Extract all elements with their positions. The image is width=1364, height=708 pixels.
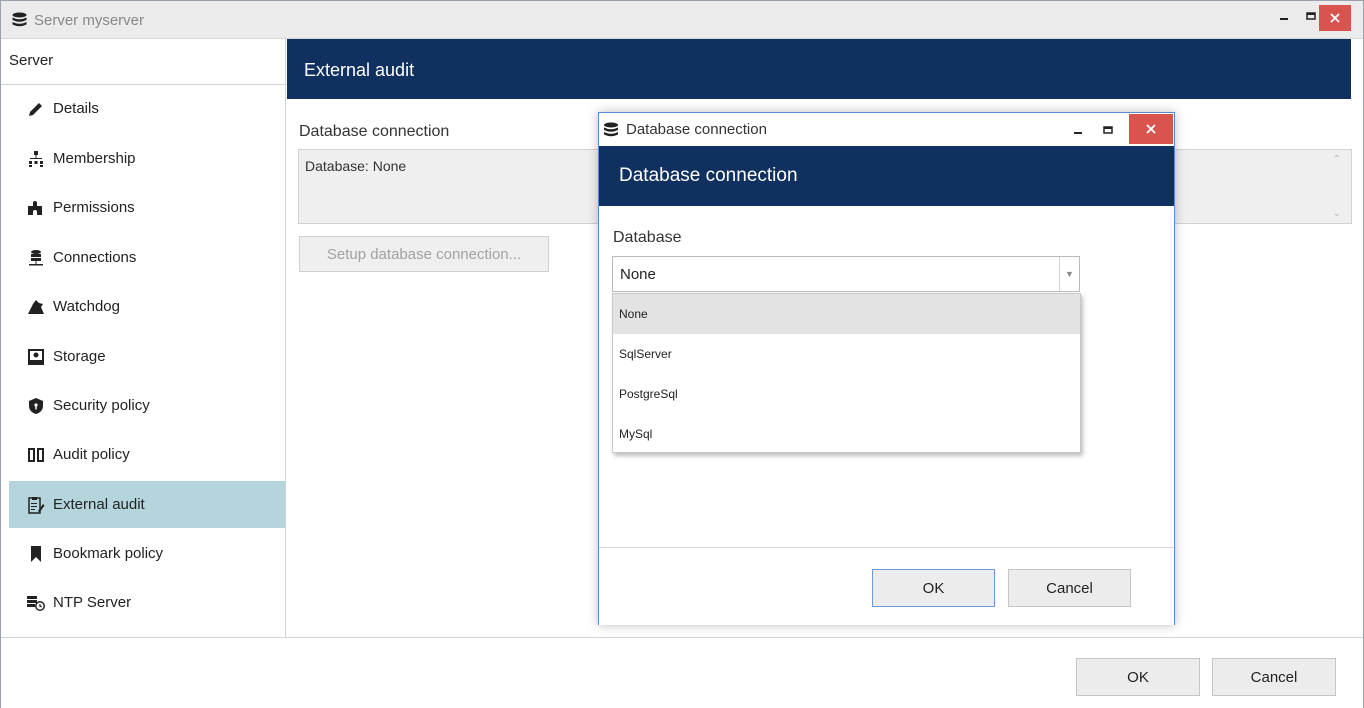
- sidebar-item-label: Bookmark policy: [53, 545, 164, 562]
- sidebar-item-details[interactable]: Details: [9, 85, 285, 132]
- sidebar-item-label: Connections: [53, 249, 137, 266]
- dialog-header: Database connection: [599, 146, 1174, 206]
- sidebar-item-membership[interactable]: Membership: [9, 135, 285, 182]
- puzzle-icon: [25, 199, 47, 217]
- sidebar-item-ntp-server[interactable]: NTP Server: [9, 579, 285, 626]
- sidebar-item-watchdog[interactable]: Watchdog: [9, 283, 285, 330]
- dialog-close-button[interactable]: [1129, 114, 1173, 144]
- content-header: External audit: [287, 39, 1351, 99]
- database-connection-value: Database: None: [305, 158, 407, 174]
- sidebar-item-label: Security policy: [53, 397, 150, 414]
- sidebar-item-storage[interactable]: Storage: [9, 333, 285, 380]
- sidebar-item-connections[interactable]: Connections: [9, 234, 285, 281]
- database-icon: [604, 122, 618, 137]
- database-field-label: Database: [613, 229, 682, 246]
- window-footer: OK Cancel: [1, 637, 1363, 708]
- bookmark-icon: [25, 545, 47, 563]
- sidebar-item-label: Permissions: [53, 199, 135, 216]
- dialog-cancel-button[interactable]: Cancel: [1008, 569, 1131, 607]
- database-select-value: None: [620, 266, 656, 283]
- database-connection-dialog: Database connection Database connection …: [598, 112, 1175, 625]
- dialog-title-bar: Database connection: [599, 113, 1174, 146]
- close-icon: [1146, 124, 1156, 134]
- dialog-maximize-button[interactable]: [1093, 117, 1123, 143]
- scroll-up-icon[interactable]: ⌃: [1333, 154, 1341, 165]
- minimize-icon: [1280, 18, 1288, 20]
- sidebar-header: Server: [1, 39, 285, 85]
- sidebar-item-label: Audit policy: [53, 446, 130, 463]
- sidebar-item-label: Membership: [53, 150, 136, 167]
- sidebar-item-label: Watchdog: [53, 298, 120, 315]
- book-icon: [25, 446, 47, 464]
- maximize-icon: [1103, 126, 1113, 134]
- pencil-icon: [25, 100, 47, 118]
- sidebar-item-external-audit[interactable]: External audit: [9, 481, 285, 528]
- dropdown-option-sqlserver[interactable]: SqlServer: [613, 334, 1080, 374]
- window-title: Server myserver: [34, 12, 145, 29]
- server-window: Server myserver Server Details Membershi…: [0, 0, 1364, 708]
- clock-server-icon: [25, 594, 47, 612]
- sidebar-item-security-policy[interactable]: Security policy: [9, 382, 285, 429]
- page-title: External audit: [304, 60, 415, 80]
- sidebar-item-permissions[interactable]: Permissions: [9, 184, 285, 231]
- sidebar-item-label: NTP Server: [53, 594, 132, 611]
- sidebar-item-label: Storage: [53, 348, 106, 365]
- hard-drive-icon: [25, 348, 47, 366]
- sidebar: Server Details Membership Permissions Co…: [1, 39, 286, 637]
- scroll-down-icon[interactable]: ⌄: [1333, 208, 1341, 219]
- close-button[interactable]: [1319, 5, 1351, 31]
- title-bar: Server myserver: [1, 1, 1363, 39]
- hierarchy-icon: [25, 150, 47, 168]
- minimize-icon: [1074, 132, 1082, 134]
- sidebar-item-bookmark-policy[interactable]: Bookmark policy: [9, 530, 285, 577]
- dropdown-option-none[interactable]: None: [613, 294, 1080, 334]
- sidebar-item-label: External audit: [53, 496, 145, 513]
- dropdown-option-postgresql[interactable]: PostgreSql: [613, 374, 1080, 414]
- dog-icon: [25, 298, 47, 316]
- database-select[interactable]: None ▼: [612, 256, 1080, 292]
- database-connection-label: Database connection: [299, 123, 450, 140]
- clipboard-pen-icon: [25, 496, 47, 514]
- setup-database-connection-button[interactable]: Setup database connection...: [299, 236, 549, 272]
- dialog-footer: OK Cancel: [599, 547, 1174, 625]
- database-dropdown-list: None SqlServer PostgreSql MySql: [612, 293, 1081, 453]
- shield-icon: [25, 397, 47, 415]
- sidebar-item-label: Details: [53, 100, 99, 117]
- maximize-icon: [1306, 12, 1316, 20]
- dialog-heading: Database connection: [619, 165, 798, 186]
- dropdown-option-mysql[interactable]: MySql: [613, 414, 1080, 454]
- ok-button[interactable]: OK: [1076, 658, 1200, 696]
- dialog-title: Database connection: [626, 121, 767, 138]
- cancel-button[interactable]: Cancel: [1212, 658, 1336, 696]
- close-icon: [1330, 13, 1340, 23]
- server-network-icon: [25, 249, 47, 267]
- chevron-down-icon[interactable]: ▼: [1059, 257, 1079, 291]
- database-icon: [12, 12, 27, 27]
- dialog-minimize-button[interactable]: [1063, 117, 1093, 143]
- sidebar-item-audit-policy[interactable]: Audit policy: [9, 431, 285, 478]
- dialog-ok-button[interactable]: OK: [872, 569, 995, 607]
